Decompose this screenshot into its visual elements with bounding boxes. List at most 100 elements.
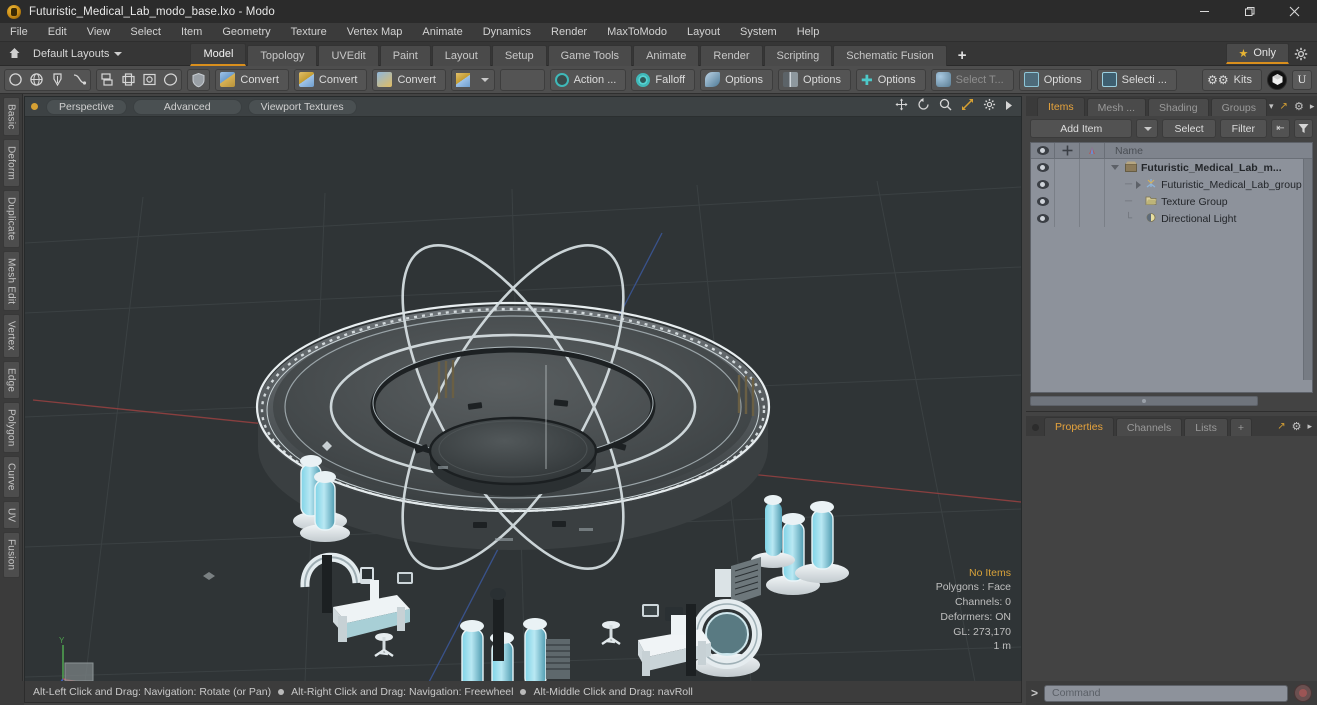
funnel-filter-icon[interactable] [1294, 119, 1313, 138]
tab-scripting[interactable]: Scripting [763, 44, 833, 66]
menu-vertex-map[interactable]: Vertex Map [337, 23, 413, 42]
subdivide-icon[interactable] [118, 70, 139, 90]
tab-paint[interactable]: Paint [379, 44, 431, 66]
bevel-icon[interactable] [139, 70, 160, 90]
eye-icon[interactable] [1031, 143, 1055, 159]
tab-schematic-fusion[interactable]: Schematic Fusion [833, 44, 947, 66]
add-properties-tab-button[interactable]: + [1229, 418, 1252, 436]
symmetry-options-button[interactable]: Options [778, 68, 851, 91]
snapping-options-button[interactable]: Options [700, 68, 774, 91]
menu-render[interactable]: Render [541, 23, 597, 42]
tab-render[interactable]: Render [700, 44, 763, 66]
vtab-vertex[interactable]: Vertex [2, 314, 20, 358]
expander-down-icon[interactable] [1109, 165, 1121, 170]
curve-tool-icon[interactable] [68, 70, 89, 90]
menu-animate[interactable]: Animate [412, 23, 472, 42]
menu-edit[interactable]: Edit [38, 23, 77, 42]
pen-tool-icon[interactable] [47, 70, 68, 90]
item-tree-horizontal-scrollbar[interactable] [1030, 395, 1258, 406]
tab-uvedit[interactable]: UVEdit [318, 44, 379, 66]
table-row[interactable]: ─ Futuristic_Medical_Lab_group [1031, 176, 1312, 193]
panel-more-icon[interactable]: ▸ [1310, 101, 1315, 112]
viewport-canvas[interactable]: Y [25, 117, 1021, 682]
smooth-icon[interactable] [160, 70, 181, 90]
convert-button-3[interactable]: Convert [372, 68, 446, 91]
table-row[interactable]: ─ Texture Group [1031, 193, 1312, 210]
minimize-button[interactable] [1182, 0, 1227, 23]
properties-menu-dot-icon[interactable] [1032, 424, 1039, 431]
only-toggle-button[interactable]: ★ Only [1225, 43, 1289, 64]
viewport-settings-gear-icon[interactable] [983, 98, 996, 116]
sphere-primitive-icon[interactable] [26, 70, 47, 90]
tab-topology[interactable]: Topology [247, 44, 318, 66]
menu-geometry[interactable]: Geometry [212, 23, 280, 42]
vtab-uv[interactable]: UV [2, 501, 20, 530]
menu-select[interactable]: Select [120, 23, 171, 42]
panel-expand-icon[interactable]: ↗ [1280, 101, 1288, 112]
panel-caret-icon[interactable]: ▾ [1269, 101, 1274, 112]
workplane-options-button[interactable]: ✚ Options [855, 68, 926, 91]
kits-button[interactable]: ⚙⚙ Kits [1202, 68, 1262, 91]
vtab-curve[interactable]: Curve [2, 456, 20, 499]
viewport-projection-selector[interactable]: Perspective [46, 98, 127, 115]
table-row[interactable]: Futuristic_Medical_Lab_m... [1031, 159, 1312, 176]
zoom-icon[interactable] [939, 98, 952, 116]
convert-button-1[interactable]: Convert [215, 68, 289, 91]
row-visibility-eye-icon[interactable] [1031, 193, 1055, 210]
row-visibility-eye-icon[interactable] [1031, 210, 1055, 227]
tab-setup[interactable]: Setup [491, 44, 547, 66]
selection-set-button[interactable]: Selecti ... [1096, 68, 1177, 91]
pan-icon[interactable] [895, 98, 908, 116]
material-ball-icon[interactable] [501, 70, 522, 90]
convert-button-2[interactable]: Convert [293, 68, 368, 91]
item-tree[interactable]: Name Futuristic_Medical_Lab_m... ─ Futur… [1030, 142, 1313, 393]
select-through-button[interactable]: Select T... [930, 68, 1014, 91]
vtab-mesh-edit[interactable]: Mesh Edit [2, 250, 20, 312]
panel-gear-icon[interactable]: ⚙ [1294, 100, 1304, 113]
maximize-button[interactable] [1227, 0, 1272, 23]
fit-view-icon[interactable] [961, 98, 974, 116]
filter-button[interactable]: Filter [1219, 119, 1267, 138]
row-visibility-eye-icon[interactable] [1031, 159, 1055, 176]
tab-channels[interactable]: Channels [1115, 418, 1183, 436]
home-layout-icon[interactable] [3, 43, 25, 65]
menu-system[interactable]: System [730, 23, 787, 42]
tab-game-tools[interactable]: Game Tools [547, 44, 633, 66]
material-ball-dark-icon[interactable] [522, 70, 543, 90]
row-visibility-eye-icon[interactable] [1031, 176, 1055, 193]
menu-maxtomodo[interactable]: MaxToModo [597, 23, 677, 42]
mesh-op-icon[interactable] [97, 70, 118, 90]
tab-model[interactable]: Model [190, 42, 247, 66]
table-row[interactable]: └ Directional Light [1031, 210, 1312, 227]
vtab-polygon[interactable]: Polygon [2, 401, 20, 454]
action-center-button[interactable]: Action ... [549, 68, 627, 91]
default-layouts-dropdown[interactable]: Default Layouts [25, 44, 130, 64]
menu-layout[interactable]: Layout [677, 23, 730, 42]
viewport-textures-selector[interactable]: Viewport Textures [247, 98, 357, 115]
viewport-3d[interactable]: Perspective Advanced Viewport Textures Y… [24, 96, 1022, 682]
preview-render-icon[interactable] [1267, 69, 1287, 90]
tab-groups[interactable]: Groups [1210, 98, 1268, 116]
tab-shading[interactable]: Shading [1148, 98, 1209, 116]
tab-properties[interactable]: Properties [1044, 417, 1114, 436]
properties-expand-icon[interactable]: ↗ [1277, 421, 1285, 432]
convert-cube-small-icon[interactable] [452, 70, 473, 90]
render-flag-icon[interactable] [1080, 143, 1105, 159]
item-tree-vertical-scrollbar[interactable] [1303, 159, 1312, 380]
vtab-edge[interactable]: Edge [2, 360, 20, 399]
menu-file[interactable]: File [0, 23, 38, 42]
viewport-more-icon[interactable] [1005, 98, 1013, 116]
crosshair-icon[interactable] [1055, 143, 1080, 159]
vtab-deform[interactable]: Deform [2, 139, 20, 188]
properties-gear-icon[interactable]: ⚙ [1292, 420, 1302, 433]
tab-mesh[interactable]: Mesh ... [1086, 98, 1147, 116]
collapse-left-icon[interactable]: ⇤ [1271, 119, 1290, 138]
tab-lists[interactable]: Lists [1184, 418, 1228, 436]
menu-view[interactable]: View [77, 23, 121, 42]
command-input[interactable]: Command [1044, 684, 1288, 702]
close-button[interactable] [1272, 0, 1317, 23]
shield-icon[interactable] [188, 70, 209, 90]
add-item-dropdown-caret-icon[interactable] [1136, 119, 1159, 138]
record-macro-icon[interactable] [1294, 684, 1312, 702]
falloff-button[interactable]: Falloff [631, 68, 696, 91]
